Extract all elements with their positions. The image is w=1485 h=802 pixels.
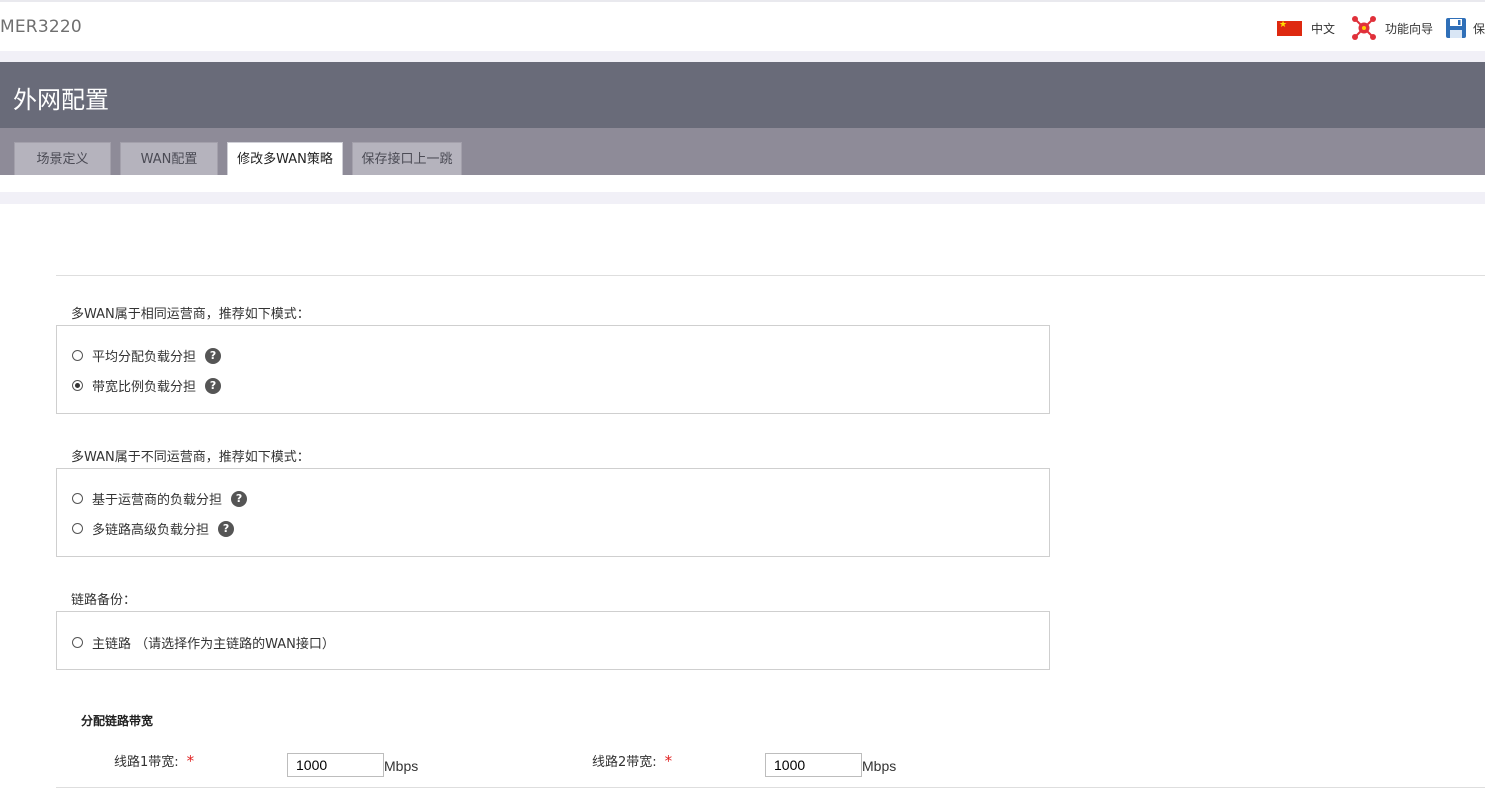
option-label: 多链路高级负载分担 — [92, 523, 210, 538]
diff-isp-label: 多WAN属于不同运营商，推荐如下模式： — [71, 450, 310, 465]
wizard-button[interactable]: 功能向导 — [1351, 15, 1433, 41]
wizard-label: 功能向导 — [1384, 21, 1433, 36]
tab-wan-config[interactable]: WAN配置 — [120, 142, 218, 175]
option-average-load[interactable]: 平均分配负载分担 ? — [72, 346, 222, 365]
same-isp-label: 多WAN属于相同运营商，推荐如下模式： — [71, 307, 310, 322]
tab-save-next-hop[interactable]: 保存接口上一跳 — [352, 142, 462, 175]
option-label: 基于运营商的负载分担 — [92, 493, 223, 508]
help-icon[interactable]: ? — [218, 520, 235, 537]
save-config-button[interactable]: 保 — [1445, 17, 1485, 39]
save-label: 保 — [1472, 21, 1485, 36]
top-right-tools: ★ 中文 功能向导 保 — [1267, 16, 1485, 40]
page-header: 外网配置 — [0, 62, 1485, 128]
radio-bandwidth-ratio[interactable] — [72, 380, 83, 391]
page-title: 外网配置 — [13, 86, 109, 114]
spacer — [0, 192, 1485, 204]
option-isp-load[interactable]: 基于运营商的负载分担 ? — [72, 489, 248, 508]
line1-bandwidth-input[interactable] — [287, 753, 384, 777]
option-label: 平均分配负载分担 — [92, 350, 197, 365]
line2-unit: Mbps — [862, 758, 897, 774]
divider — [56, 787, 1485, 788]
radio-main-link[interactable] — [72, 637, 83, 648]
required-mark: * — [186, 752, 195, 770]
radio-isp-load[interactable] — [72, 493, 83, 504]
diff-isp-options: 基于运营商的负载分担 ? 多链路高级负载分担 ? — [56, 468, 1050, 557]
spacer — [0, 51, 1485, 62]
language-switch[interactable]: ★ 中文 — [1276, 20, 1335, 37]
save-icon — [1445, 18, 1466, 38]
radio-average-load[interactable] — [72, 350, 83, 361]
help-icon[interactable]: ? — [205, 347, 222, 364]
bandwidth-title: 分配链路带宽 — [81, 714, 154, 728]
radio-advanced-load[interactable] — [72, 523, 83, 534]
wizard-icon — [1351, 16, 1376, 40]
option-label: 带宽比例负载分担 — [92, 380, 197, 395]
line1-label-text: 线路1带宽: — [114, 755, 179, 770]
top-bar: MER3220 ★ 中文 功能向导 保 — [0, 2, 1485, 51]
line2-bandwidth-label: 线路2带宽: * — [592, 751, 672, 770]
option-label: 主链路 （请选择作为主链路的WAN接口） — [92, 637, 335, 652]
language-label: 中文 — [1310, 21, 1335, 36]
tab-scene-definition[interactable]: 场景定义 — [14, 142, 111, 175]
option-main-link[interactable]: 主链路 （请选择作为主链路的WAN接口） — [72, 633, 335, 652]
tab-bar: 场景定义 WAN配置 修改多WAN策略 保存接口上一跳 — [0, 128, 1485, 175]
backup-label: 链路备份： — [71, 593, 137, 608]
divider — [56, 275, 1485, 276]
help-icon[interactable]: ? — [231, 490, 248, 507]
brand-model: MER3220 — [0, 17, 82, 37]
backup-options: 主链路 （请选择作为主链路的WAN接口） — [56, 611, 1050, 670]
help-icon[interactable]: ? — [205, 377, 222, 394]
tab-multi-wan-policy[interactable]: 修改多WAN策略 — [227, 142, 343, 175]
same-isp-options: 平均分配负载分担 ? 带宽比例负载分担 ? — [56, 325, 1050, 414]
option-advanced-load[interactable]: 多链路高级负载分担 ? — [72, 519, 235, 538]
option-bandwidth-ratio[interactable]: 带宽比例负载分担 ? — [72, 376, 222, 395]
line1-bandwidth-label: 线路1带宽: * — [114, 751, 194, 770]
required-mark: * — [664, 752, 673, 770]
line1-unit: Mbps — [384, 758, 419, 774]
line2-label-text: 线路2带宽: — [592, 755, 657, 770]
china-flag-icon: ★ — [1276, 20, 1302, 36]
line2-bandwidth-input[interactable] — [765, 753, 862, 777]
